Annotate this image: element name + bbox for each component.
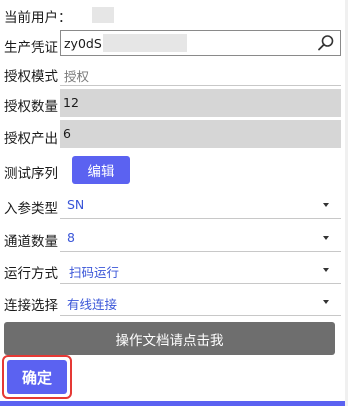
chevron-down-icon <box>323 268 329 272</box>
channel-count-value: 8 <box>67 230 75 245</box>
documentation-button[interactable]: 操作文档请点击我 <box>4 322 335 355</box>
auth-output-label: 授权产出 <box>4 131 58 147</box>
edit-button[interactable]: 编辑 <box>72 156 130 184</box>
run-mode-value: 扫码运行 <box>69 265 120 280</box>
auth-output-value: 6 <box>63 126 71 141</box>
param-type-select[interactable]: SN <box>60 190 341 219</box>
auth-count-label: 授权数量 <box>4 99 58 115</box>
bottom-accent-bar <box>0 401 348 406</box>
param-type-value: SN <box>67 197 85 212</box>
chevron-down-icon <box>323 203 329 207</box>
production-credential-label: 生产凭证 <box>4 40 58 56</box>
production-credential-input[interactable]: zy0dS <box>60 30 341 56</box>
test-sequence-label: 测试序列 <box>4 166 58 182</box>
current-user-label: 当前用户： <box>4 10 72 26</box>
auth-output-field: 6 <box>60 120 341 148</box>
run-mode-select[interactable]: 扫码运行 <box>60 255 341 284</box>
channel-count-label: 通道数量 <box>4 234 58 250</box>
production-credential-redacted <box>103 34 187 52</box>
auth-mode-underline <box>60 85 341 86</box>
connection-select[interactable]: 有线连接 <box>60 287 341 316</box>
auth-count-value: 12 <box>63 95 79 110</box>
auth-count-field: 12 <box>60 89 341 117</box>
auth-mode-label: 授权模式 <box>4 69 58 85</box>
param-type-label: 入参类型 <box>4 201 58 217</box>
connection-value: 有线连接 <box>67 297 118 312</box>
run-mode-label: 运行方式 <box>4 266 58 282</box>
search-icon[interactable] <box>317 34 335 52</box>
connection-label: 连接选择 <box>4 298 58 314</box>
auth-mode-value: 授权 <box>64 69 90 84</box>
chevron-down-icon <box>323 300 329 304</box>
chevron-down-icon <box>323 236 329 240</box>
channel-count-select[interactable]: 8 <box>60 223 341 252</box>
production-credential-value: zy0dS <box>64 36 102 51</box>
confirm-button[interactable]: 确定 <box>7 360 67 394</box>
current-user-value-redacted <box>92 7 114 23</box>
